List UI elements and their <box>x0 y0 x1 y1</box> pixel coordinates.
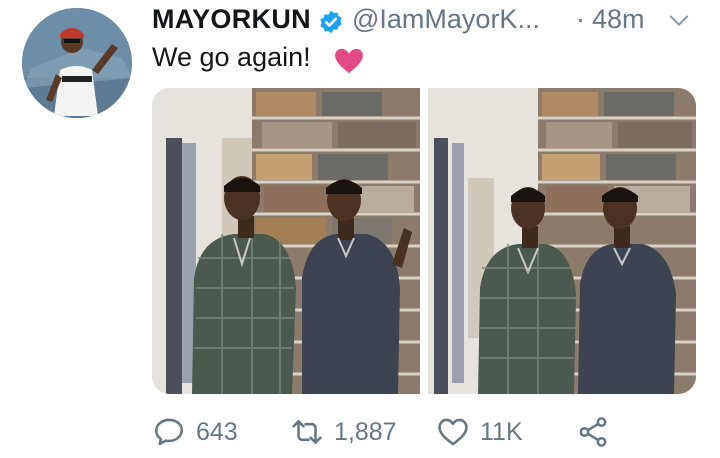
tweet-photo-1[interactable] <box>152 88 420 394</box>
like-button[interactable]: 11K <box>436 412 523 452</box>
verified-badge-icon <box>320 10 342 34</box>
photo-1-image <box>152 88 420 394</box>
avatar[interactable] <box>22 8 132 118</box>
chevron-down-icon[interactable] <box>668 10 690 32</box>
photo-2-image <box>428 88 696 394</box>
tweet-media <box>152 88 696 394</box>
tweet-actions: 643 1,887 11K <box>152 412 672 452</box>
reply-icon <box>154 418 184 446</box>
retweet-count: 1,887 <box>334 417 397 446</box>
user-handle[interactable]: @IamMayorK... <box>352 4 540 35</box>
share-icon <box>579 417 607 447</box>
heart-icon <box>438 418 468 446</box>
reply-count: 643 <box>196 417 238 446</box>
separator-dot: · <box>576 4 585 34</box>
like-count: 11K <box>480 417 523 446</box>
pink-heart-emoji-icon <box>335 48 363 74</box>
timestamp[interactable]: 48m <box>592 4 645 35</box>
tweet-photo-2[interactable] <box>428 88 696 394</box>
retweet-icon <box>292 420 322 444</box>
tweet-text: We go again! <box>152 42 311 72</box>
retweet-button[interactable]: 1,887 <box>290 412 397 452</box>
display-name[interactable]: MAYORKUN <box>152 4 311 35</box>
avatar-image <box>22 8 132 118</box>
tweet-header: MAYORKUN @IamMayorK... · 48m <box>152 2 700 38</box>
share-button[interactable] <box>576 412 610 452</box>
reply-button[interactable]: 643 <box>152 412 238 452</box>
